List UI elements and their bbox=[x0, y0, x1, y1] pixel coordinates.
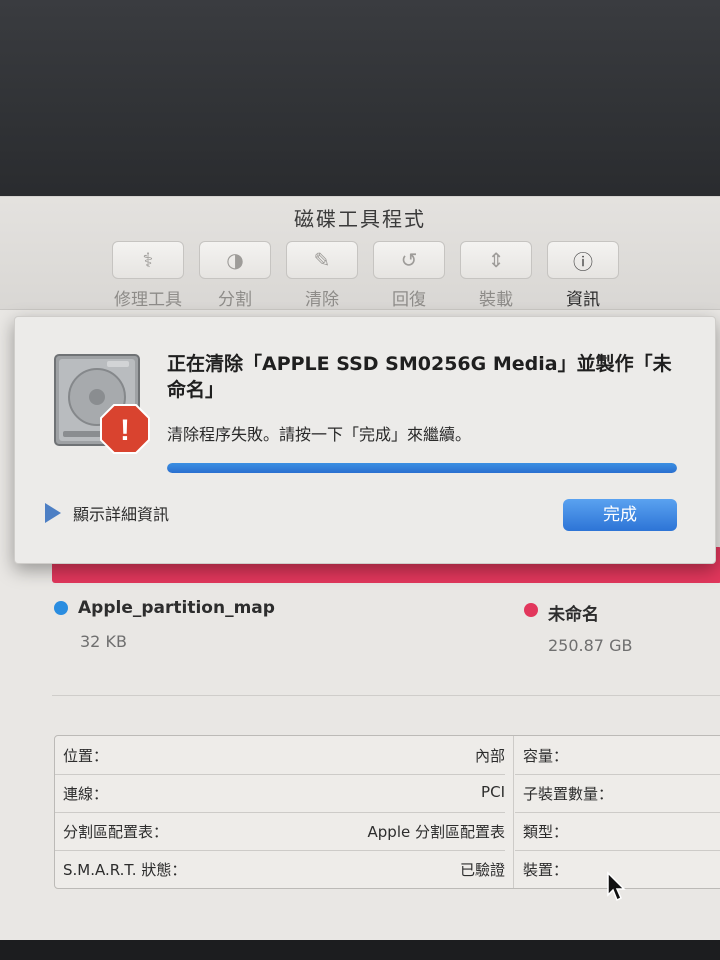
info-key: 類型： bbox=[523, 823, 569, 841]
info-key: 子裝置數量： bbox=[523, 785, 614, 803]
partition-name: 未命名 bbox=[548, 605, 599, 625]
sheet-message: 清除程序失敗。請按一下「完成」來繼續。 bbox=[167, 425, 472, 444]
info-key: 裝置： bbox=[523, 861, 569, 879]
disk-utility-window: 磁碟工具程式 ⚕ 修理工具 ◑ 分割 ✎ 清除 ↺ 回復 ⇕ 裝載 ⓘ 資訊 A… bbox=[0, 196, 720, 941]
info-value: 內部 bbox=[474, 747, 505, 765]
divider bbox=[52, 695, 720, 696]
info-row: 分割區配置表： Apple 分割區配置表 bbox=[55, 812, 505, 851]
toolbar-label: 清除 bbox=[305, 290, 339, 310]
info-value: 已驗證 bbox=[459, 861, 505, 879]
toolbar-label: 裝載 bbox=[479, 290, 513, 310]
toolbar-erase-button[interactable]: ✎ 清除 bbox=[286, 241, 358, 310]
partition-name: Apple_partition_map bbox=[78, 598, 275, 618]
info-row: S.M.A.R.T. 狀態： 已驗證 bbox=[55, 850, 505, 888]
info-key: 容量： bbox=[523, 747, 569, 765]
info-key: 位置： bbox=[63, 747, 109, 765]
info-key: S.M.A.R.T. 狀態： bbox=[63, 861, 187, 879]
toolbar-first-aid-button[interactable]: ⚕ 修理工具 bbox=[112, 241, 184, 310]
info-key: 連線： bbox=[63, 785, 109, 803]
partition-color-dot bbox=[524, 603, 538, 617]
window-title: 磁碟工具程式 bbox=[294, 207, 426, 231]
toolbar-partition-button[interactable]: ◑ 分割 bbox=[199, 241, 271, 310]
toolbar-restore-button[interactable]: ↺ 回復 bbox=[373, 241, 445, 310]
toolbar-label: 資訊 bbox=[566, 290, 600, 310]
info-icon: ⓘ bbox=[547, 241, 619, 279]
info-row: 容量： bbox=[515, 736, 720, 775]
done-button[interactable]: 完成 bbox=[563, 499, 677, 531]
toolbar-label: 分割 bbox=[218, 290, 252, 310]
erase-icon: ✎ bbox=[286, 241, 358, 279]
erase-progress-sheet: ! 正在清除「APPLE SSD SM0256G Media」並製作「未命名」 … bbox=[14, 316, 716, 564]
partition-size: 32 KB bbox=[80, 632, 127, 651]
info-row: 類型： bbox=[515, 812, 720, 851]
info-row: 連線： PCI bbox=[55, 774, 505, 813]
partition-color-dot bbox=[54, 601, 68, 615]
toolbar-label: 修理工具 bbox=[114, 290, 182, 310]
toolbar-label: 回復 bbox=[392, 290, 426, 310]
warning-glyph: ! bbox=[120, 414, 130, 447]
sheet-title: 正在清除「APPLE SSD SM0256G Media」並製作「未命名」 bbox=[167, 353, 672, 401]
mouse-cursor-icon bbox=[607, 871, 626, 902]
restore-icon: ↺ bbox=[373, 241, 445, 279]
progress-fill bbox=[167, 463, 677, 473]
info-value: PCI bbox=[481, 783, 505, 801]
partition-size: 250.87 GB bbox=[548, 636, 633, 655]
info-value: Apple 分割區配置表 bbox=[367, 823, 505, 841]
title-bar: 磁碟工具程式 ⚕ 修理工具 ◑ 分割 ✎ 清除 ↺ 回復 ⇕ 裝載 ⓘ 資訊 bbox=[0, 197, 720, 310]
info-row: 子裝置數量： bbox=[515, 774, 720, 813]
first-aid-icon: ⚕ bbox=[112, 241, 184, 279]
erase-progress-bar bbox=[167, 463, 677, 473]
toolbar-info-button[interactable]: ⓘ 資訊 bbox=[547, 241, 619, 310]
toolbar-mount-button[interactable]: ⇕ 裝載 bbox=[460, 241, 532, 310]
info-row: 位置： 內部 bbox=[55, 736, 505, 775]
info-key: 分割區配置表： bbox=[63, 823, 169, 841]
show-details-label: 顯示詳細資訊 bbox=[73, 505, 170, 524]
partition-icon: ◑ bbox=[199, 241, 271, 279]
monitor-bezel bbox=[0, 940, 720, 960]
warning-icon: ! bbox=[100, 404, 150, 454]
disclosure-triangle-icon bbox=[45, 503, 61, 523]
show-details-toggle[interactable]: 顯示詳細資訊 bbox=[45, 501, 169, 525]
device-info-table: 位置： 內部 連線： PCI 分割區配置表： Apple 分割區配置表 S.M.… bbox=[54, 735, 720, 889]
column-divider bbox=[513, 736, 514, 888]
mount-icon: ⇕ bbox=[460, 241, 532, 279]
